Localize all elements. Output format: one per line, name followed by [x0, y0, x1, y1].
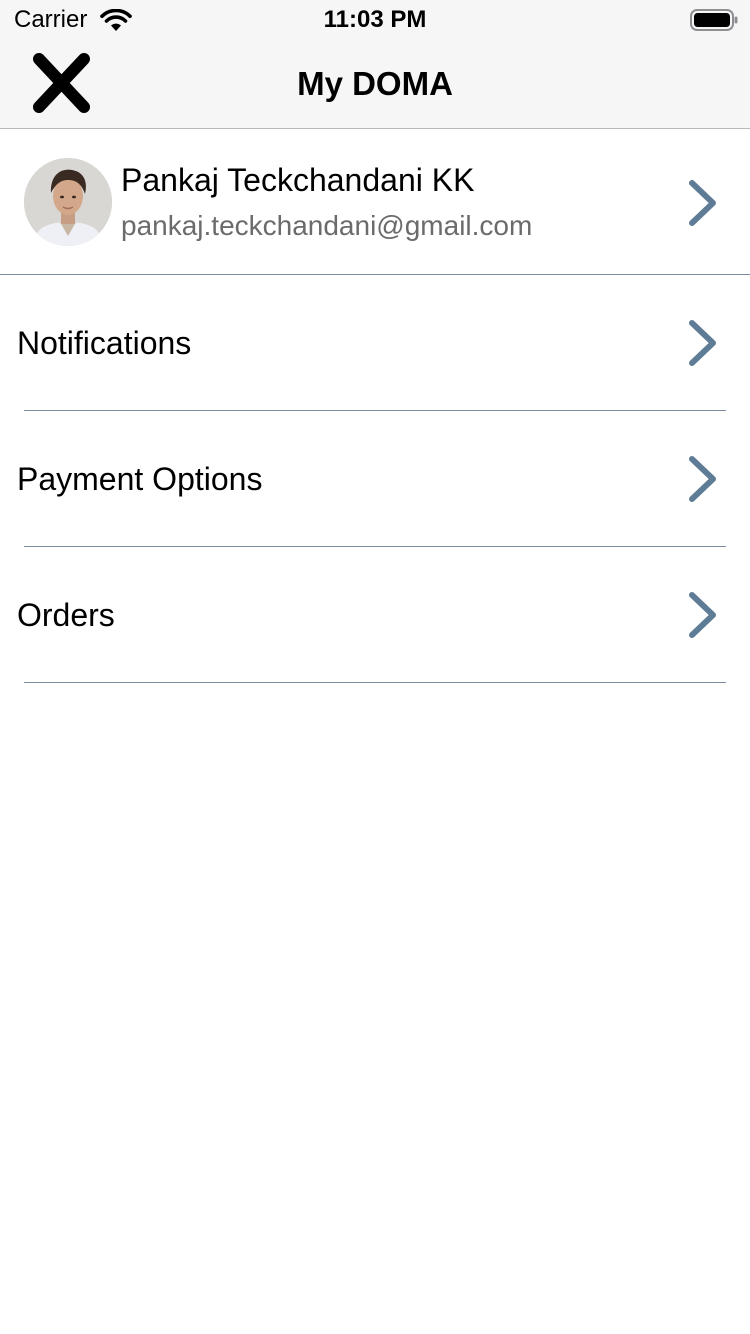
- avatar: [24, 158, 112, 246]
- menu-item-label: Notifications: [17, 325, 192, 361]
- chevron-right-icon: [689, 456, 716, 502]
- status-time: 11:03 PM: [323, 6, 427, 33]
- profile-row[interactable]: Pankaj Teckchandani KK pankaj.teckchanda…: [0, 129, 750, 275]
- navigation-bar: My DOMA: [0, 40, 750, 128]
- menu-item-orders[interactable]: Orders: [0, 547, 750, 683]
- profile-email: pankaj.teckchandani@gmail.com: [121, 210, 533, 241]
- divider: [24, 682, 726, 683]
- battery-icon: [690, 8, 738, 32]
- header: Carrier 11:03 PM My DOMA: [0, 0, 750, 129]
- page-title: My DOMA: [297, 65, 453, 102]
- chevron-right-icon: [689, 180, 716, 226]
- chevron-right-icon: [689, 592, 716, 638]
- profile-name: Pankaj Teckchandani KK: [121, 162, 475, 198]
- chevron-right-icon: [689, 320, 716, 366]
- menu-item-label: Payment Options: [17, 461, 263, 497]
- menu-item-notifications[interactable]: Notifications: [0, 275, 750, 411]
- menu-item-payment-options[interactable]: Payment Options: [0, 411, 750, 547]
- menu-item-label: Orders: [17, 597, 115, 633]
- status-bar: Carrier 11:03 PM: [0, 0, 750, 40]
